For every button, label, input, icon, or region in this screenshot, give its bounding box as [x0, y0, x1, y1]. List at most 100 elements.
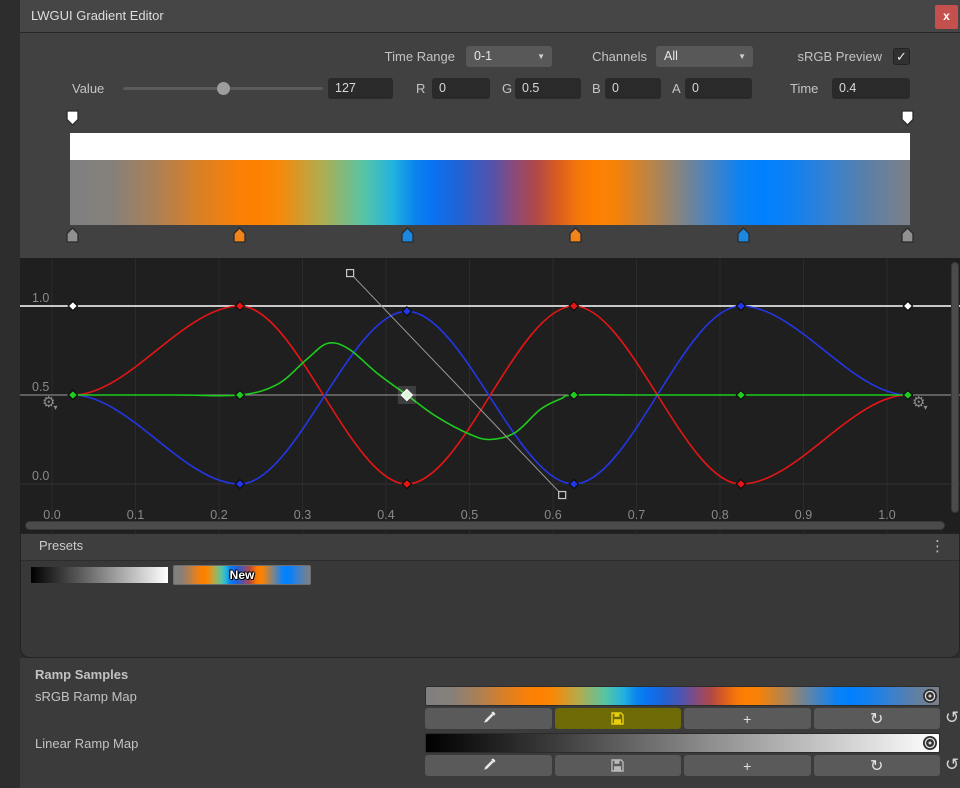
- curve-key-diamond[interactable]: [736, 479, 745, 488]
- value-label: Value: [72, 78, 104, 99]
- alpha-preview-strip[interactable]: [70, 133, 910, 160]
- gradient-preview-bar[interactable]: [70, 160, 910, 225]
- right-curve-settings-button[interactable]: ⚙▾: [912, 395, 929, 412]
- curve-key-diamond[interactable]: [402, 307, 411, 316]
- srgb-preview-checkbox[interactable]: ✓: [893, 48, 910, 65]
- close-icon: x: [943, 9, 950, 23]
- alpha-marker-row: [70, 110, 910, 128]
- object-picker-icon[interactable]: [923, 736, 937, 750]
- x-tick-label: 0.5: [461, 508, 478, 522]
- y-tick-label: 1.0: [32, 291, 49, 305]
- curve-editor[interactable]: 0.00.10.20.30.40.50.60.70.80.91.01.00.50…: [20, 258, 960, 533]
- tangent-handle[interactable]: [347, 270, 354, 277]
- revert-linear-ramp-button[interactable]: ↺: [945, 755, 960, 776]
- floppy-save-icon: [611, 759, 624, 772]
- curve-key-diamond[interactable]: [903, 301, 912, 310]
- edit-ramp-button[interactable]: [425, 755, 552, 776]
- close-button[interactable]: x: [935, 5, 958, 29]
- preset-swatch-label: New: [230, 568, 255, 582]
- refresh-icon: ↻: [870, 709, 883, 729]
- presets-title: Presets: [39, 538, 83, 553]
- x-tick-label: 0.7: [628, 508, 645, 522]
- color-key-marker[interactable]: [569, 227, 582, 243]
- refresh-icon: ↻: [870, 756, 883, 776]
- x-tick-label: 0.1: [127, 508, 144, 522]
- x-tick-label: 0.0: [43, 508, 60, 522]
- color-key-marker[interactable]: [66, 227, 79, 243]
- alpha-key-marker[interactable]: [901, 110, 914, 126]
- chevron-down-icon: ▼: [738, 46, 746, 67]
- time-field[interactable]: 0.4: [832, 78, 910, 99]
- rgba-curves-chart[interactable]: 0.00.10.20.30.40.50.60.70.80.91.01.00.50…: [20, 258, 960, 533]
- edit-ramp-button[interactable]: [425, 708, 552, 729]
- save-ramp-button[interactable]: [555, 708, 682, 729]
- curve-key-diamond[interactable]: [569, 301, 578, 310]
- curve-key-diamond[interactable]: [736, 301, 745, 310]
- pencil-icon: [481, 758, 496, 773]
- ramp-samples-section: Ramp Samples sRGB Ramp Map + ↻ ↺ Linear …: [20, 658, 960, 788]
- color-key-marker[interactable]: [737, 227, 750, 243]
- curve-key-diamond[interactable]: [569, 390, 578, 399]
- object-picker-icon[interactable]: [923, 689, 937, 703]
- kebab-menu-icon[interactable]: ⋮: [930, 537, 945, 555]
- x-tick-label: 0.6: [544, 508, 561, 522]
- a-field[interactable]: 0: [685, 78, 752, 99]
- linear-ramp-preview[interactable]: [425, 733, 940, 753]
- g-field[interactable]: 0.5: [515, 78, 581, 99]
- color-key-marker[interactable]: [233, 227, 246, 243]
- curve-key-diamond[interactable]: [569, 479, 578, 488]
- a-label: A: [672, 78, 681, 99]
- add-ramp-button[interactable]: +: [684, 755, 811, 776]
- r-field[interactable]: 0: [432, 78, 490, 99]
- curve-key-diamond[interactable]: [235, 390, 244, 399]
- linear-ramp-map-label: Linear Ramp Map: [35, 736, 138, 751]
- vertical-scrollbar[interactable]: [951, 262, 959, 513]
- x-tick-label: 1.0: [878, 508, 895, 522]
- x-tick-label: 0.9: [795, 508, 812, 522]
- curve-key-diamond[interactable]: [68, 301, 77, 310]
- preset-swatch-bw[interactable]: [31, 567, 168, 583]
- horizontal-scrollbar[interactable]: [25, 521, 945, 530]
- g-label: G: [502, 78, 512, 99]
- time-range-value: 0-1: [474, 49, 492, 63]
- time-range-dropdown[interactable]: 0-1 ▼: [466, 46, 552, 67]
- channels-value: All: [664, 49, 678, 63]
- revert-srgb-ramp-button[interactable]: ↺: [945, 708, 960, 729]
- save-ramp-button[interactable]: [555, 755, 682, 776]
- checkmark-icon: ✓: [896, 49, 907, 64]
- refresh-ramp-button[interactable]: ↻: [814, 708, 941, 729]
- value-field[interactable]: 127: [328, 78, 393, 99]
- tangent-handle[interactable]: [559, 492, 566, 499]
- color-key-marker[interactable]: [901, 227, 914, 243]
- b-field[interactable]: 0: [605, 78, 661, 99]
- srgb-ramp-preview[interactable]: [425, 686, 940, 706]
- left-curve-settings-button[interactable]: ⚙▾: [42, 395, 59, 412]
- srgb-ramp-map-label: sRGB Ramp Map: [35, 689, 137, 704]
- value-slider-thumb[interactable]: [217, 82, 230, 95]
- linear-ramp-buttons: + ↻: [425, 755, 940, 776]
- b-label: B: [592, 78, 601, 99]
- chevron-down-icon: ▾: [53, 403, 57, 412]
- window-titlebar[interactable]: LWGUI Gradient Editor x: [20, 0, 960, 33]
- curve-key-diamond[interactable]: [235, 301, 244, 310]
- x-tick-label: 0.2: [210, 508, 227, 522]
- y-tick-label: 0.0: [32, 469, 49, 483]
- curve-key-diamond[interactable]: [235, 479, 244, 488]
- ramp-samples-heading: Ramp Samples: [35, 667, 128, 682]
- refresh-ramp-button[interactable]: ↻: [814, 755, 941, 776]
- r-label: R: [416, 78, 425, 99]
- preset-swatch-new[interactable]: New: [173, 565, 311, 585]
- curve-key-diamond[interactable]: [68, 390, 77, 399]
- color-key-marker[interactable]: [401, 227, 414, 243]
- outside-window-strip: [0, 0, 20, 788]
- curve-key-diamond[interactable]: [736, 390, 745, 399]
- curve-key-diamond[interactable]: [402, 479, 411, 488]
- x-tick-label: 0.8: [711, 508, 728, 522]
- x-tick-label: 0.4: [377, 508, 394, 522]
- alpha-key-marker[interactable]: [66, 110, 79, 126]
- channels-dropdown[interactable]: All ▼: [656, 46, 753, 67]
- green-curve: [73, 343, 908, 440]
- value-slider[interactable]: [123, 87, 323, 90]
- gradient-controls-panel: Time Range 0-1 ▼ Channels All ▼ sRGB Pre…: [20, 33, 960, 258]
- add-ramp-button[interactable]: +: [684, 708, 811, 729]
